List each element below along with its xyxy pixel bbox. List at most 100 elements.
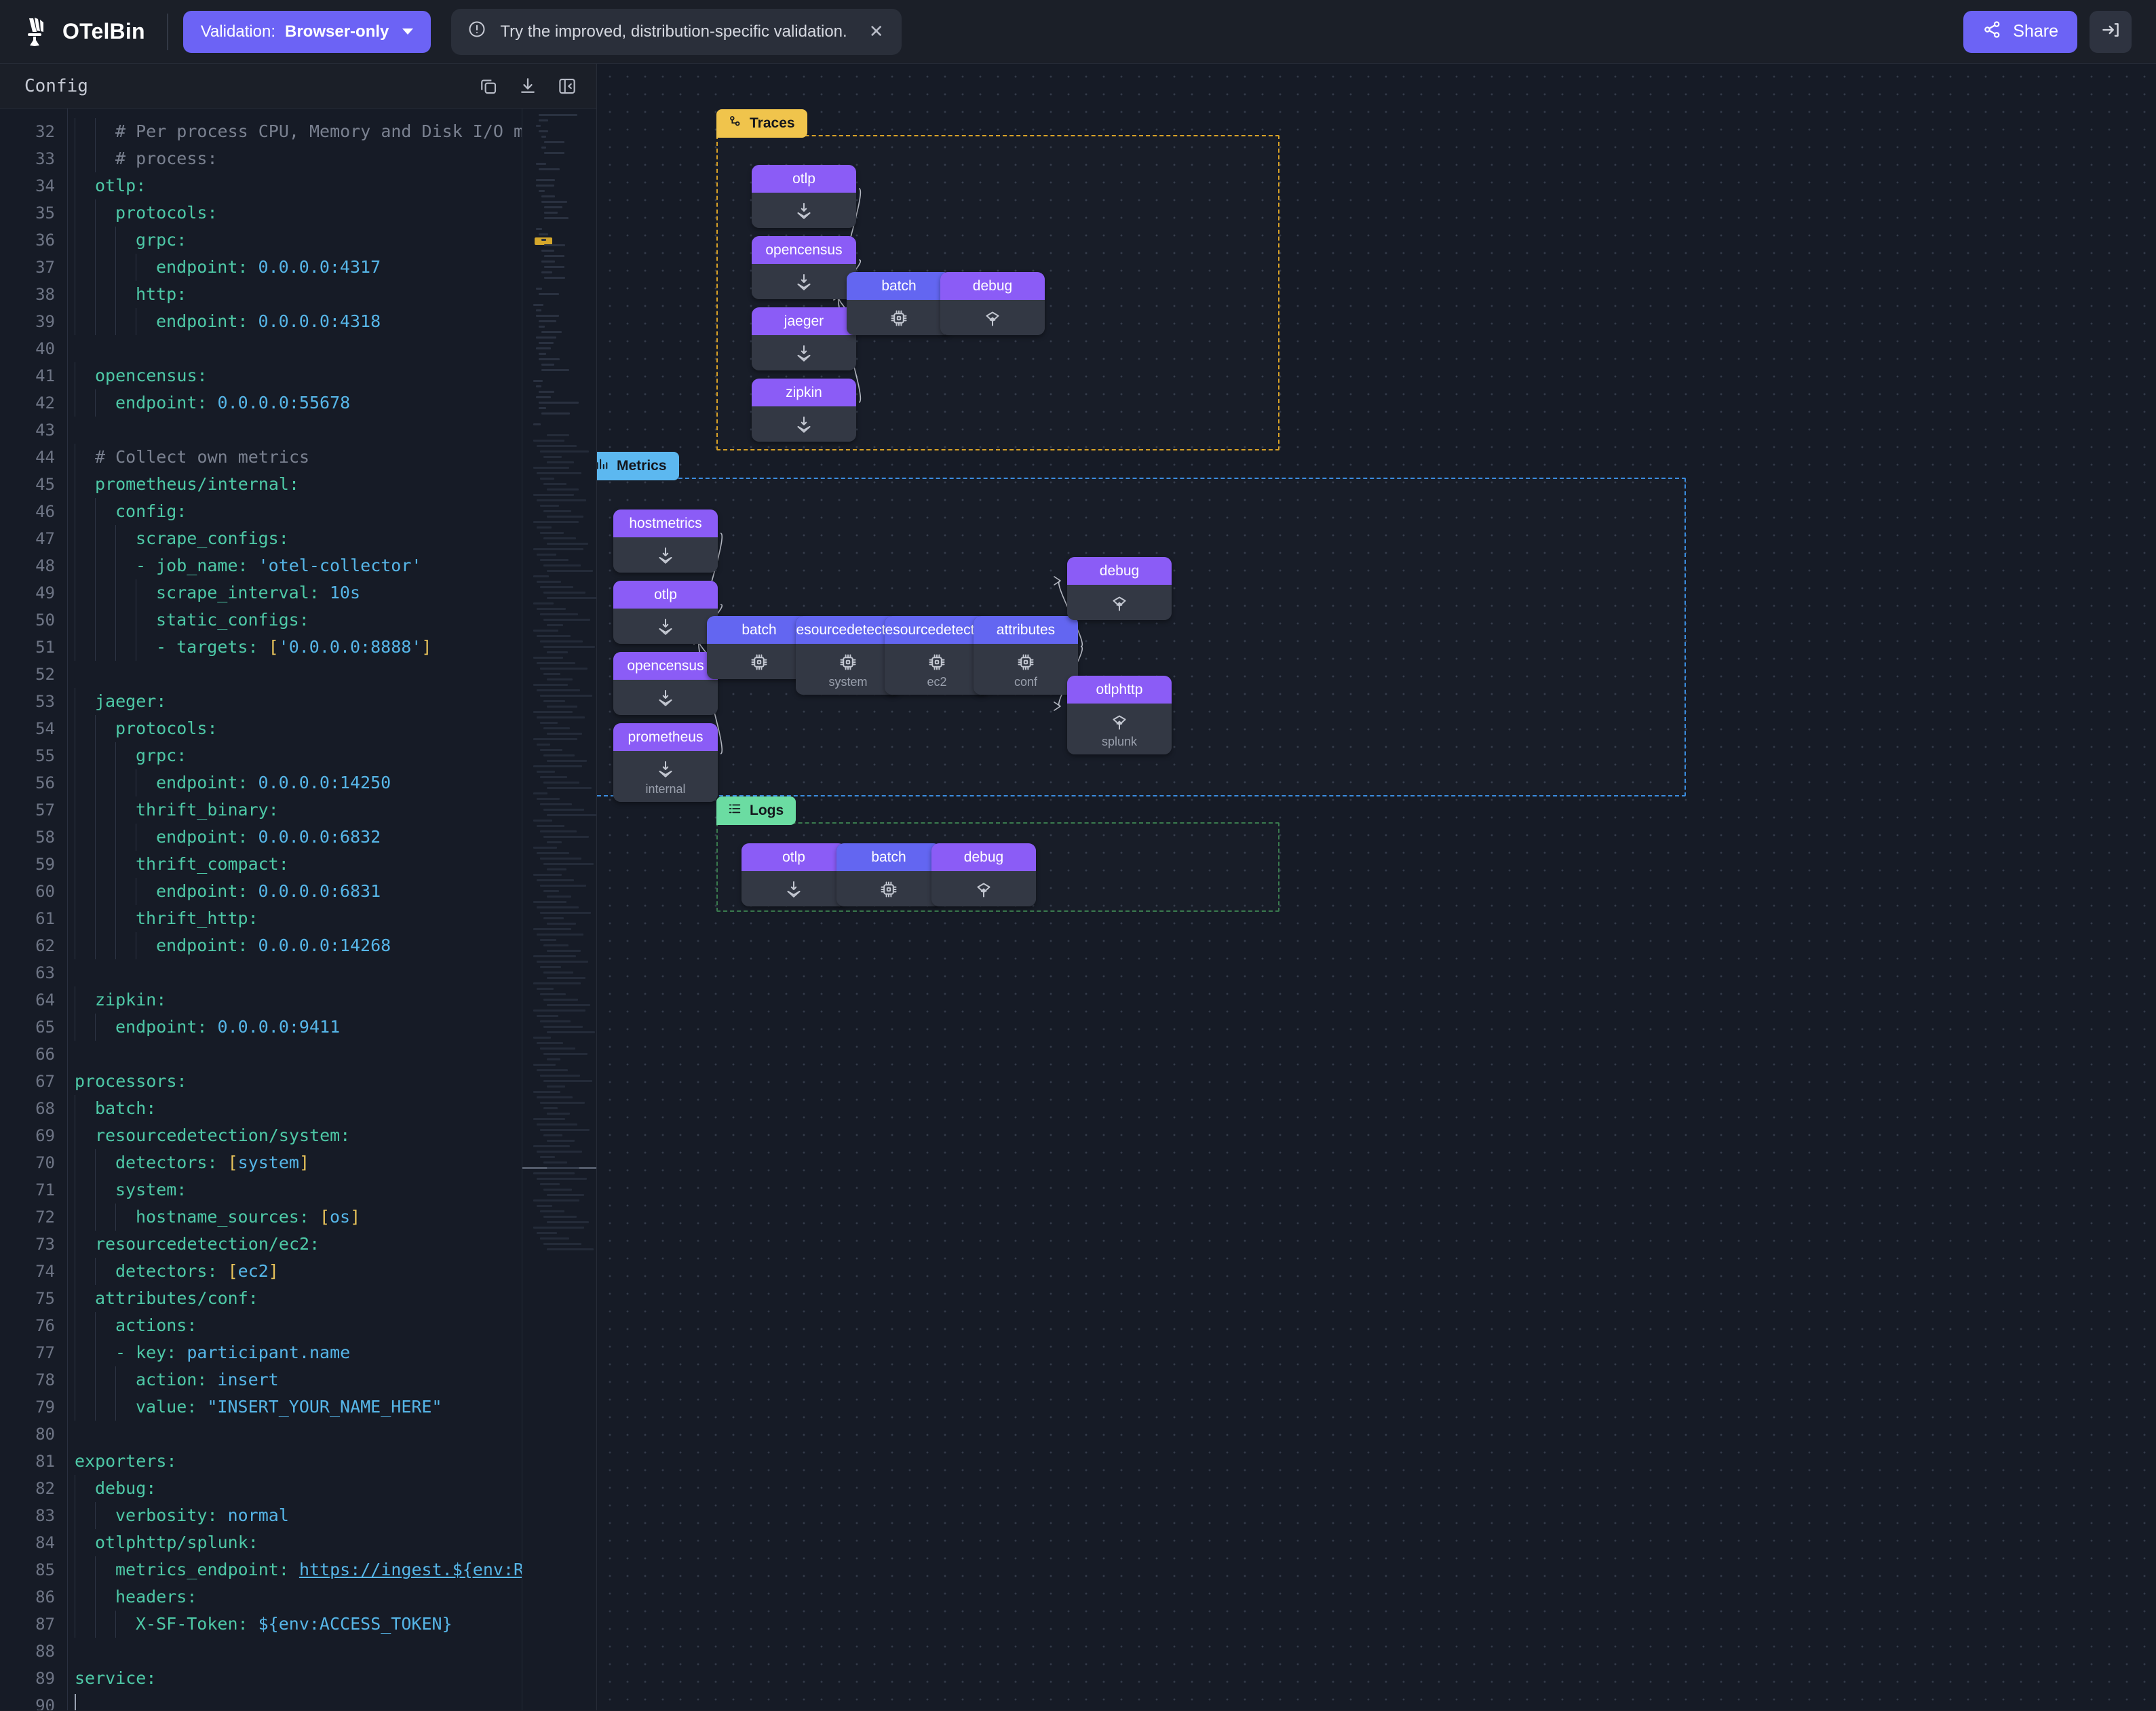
minimap-line (540, 1183, 560, 1185)
node-l-otlp[interactable]: otlp (742, 843, 846, 906)
minimap-line (547, 706, 577, 708)
pipeline-metrics[interactable]: Metricshostmetricsotlpopencensuspromethe… (597, 478, 1686, 796)
minimap-line (543, 700, 565, 702)
line-number: 66 (0, 1041, 55, 1068)
node-m-otlp[interactable]: otlp (613, 581, 718, 644)
code-line: - job_name: 'otel-collector' (68, 552, 596, 579)
minimap-line (541, 369, 569, 371)
logs-icon (727, 801, 742, 820)
minimap-line (533, 820, 552, 822)
sign-in-button[interactable] (2090, 11, 2132, 53)
minimap-line (533, 792, 547, 794)
node-m-debug[interactable]: debug (1067, 557, 1172, 620)
code-line: resourcedetection/system: (68, 1122, 596, 1149)
minimap-line (540, 478, 554, 480)
node-l-batch[interactable]: batch (836, 843, 941, 906)
node-t-opencensus[interactable]: opencensus (752, 236, 856, 299)
node-subtitle: internal (645, 783, 685, 795)
minimap-line (544, 152, 564, 154)
minimap-line (537, 771, 555, 773)
code-line (68, 1638, 596, 1665)
code-line: protocols: (68, 199, 596, 227)
node-t-jaeger[interactable]: jaeger (752, 307, 856, 370)
minimap-line (540, 803, 572, 805)
node-t-otlp[interactable]: otlp (752, 165, 856, 228)
line-number: 43 (0, 417, 55, 444)
minimap-line (540, 532, 564, 534)
line-number: 42 (0, 389, 55, 417)
minimap-line (547, 597, 596, 599)
code-line: otlp: (68, 172, 596, 199)
minimap-line (547, 678, 573, 680)
node-l-debug[interactable]: debug (931, 843, 1036, 906)
node-title: batch (847, 272, 951, 300)
line-number: 47 (0, 525, 55, 552)
minimap-line (543, 1080, 592, 1082)
minimap-line (541, 364, 554, 366)
receiver-icon (794, 343, 814, 364)
line-number: 45 (0, 471, 55, 498)
code-text[interactable]: # Per process CPU, Memory and Disk I/O m… (68, 109, 596, 1710)
minimap-line (541, 250, 554, 252)
minimap-line (547, 1167, 579, 1169)
config-editor-pane: Config (0, 64, 597, 1710)
code-line: # Per process CPU, Memory and Disk I/O m… (68, 118, 596, 145)
copy-icon[interactable] (478, 76, 499, 96)
sign-in-icon (2100, 20, 2121, 43)
node-m-hostmetrics[interactable]: hostmetrics (613, 510, 718, 573)
code-line: hostname_sources: [os] (68, 1204, 596, 1231)
minimap-line (540, 1237, 569, 1239)
minimap-line (537, 662, 575, 664)
code-minimap[interactable] (522, 109, 596, 1710)
node-m-prometheus[interactable]: prometheusinternal (613, 723, 718, 802)
receiver-icon (655, 617, 676, 637)
editor-header: Config (0, 64, 596, 109)
processor-icon (749, 652, 769, 672)
code-line: config: (68, 498, 596, 525)
share-button[interactable]: Share (1963, 11, 2077, 53)
minimap-line (533, 847, 557, 849)
code-line: endpoint: 0.0.0.0:14250 (68, 769, 596, 796)
minimap-line (543, 1134, 562, 1136)
close-icon[interactable]: ✕ (869, 21, 884, 42)
code-line: attributes/conf: (68, 1285, 596, 1312)
minimap-line (533, 982, 581, 984)
node-t-batch[interactable]: batch (847, 272, 951, 335)
code-line: - key: participant.name (68, 1339, 596, 1366)
editor-toolbar (478, 76, 577, 96)
minimap-line (547, 1194, 584, 1196)
node-m-opencensus[interactable]: opencensus (613, 652, 718, 715)
minimap-line (537, 1205, 552, 1207)
collapse-panel-icon[interactable] (557, 76, 577, 96)
minimap-line (543, 1053, 588, 1055)
node-m-otlphttp[interactable]: otlphttpsplunk (1067, 676, 1172, 754)
validation-dropdown[interactable]: Validation: Browser-only (183, 11, 431, 53)
validation-label: Validation: (201, 22, 275, 41)
line-number: 90 (0, 1692, 55, 1710)
code-line: exporters: (68, 1448, 596, 1475)
line-number: 51 (0, 634, 55, 661)
minimap-line (537, 716, 585, 718)
metrics-icon (597, 457, 609, 476)
code-area[interactable]: 3233343536373839404142434445464748495051… (0, 109, 596, 1710)
top-bar-actions: Share (1963, 11, 2132, 53)
line-number: 62 (0, 932, 55, 959)
node-body: splunk (1067, 704, 1172, 754)
processor-icon (1016, 652, 1036, 672)
node-m-attributes[interactable]: attributesconf (974, 616, 1078, 695)
code-line: verbosity: normal (68, 1502, 596, 1529)
code-line: thrift_binary: (68, 796, 596, 824)
receiver-icon (655, 545, 676, 566)
download-icon[interactable] (518, 76, 538, 96)
pipeline-canvas[interactable]: Tracesotlpopencensusjaegerzipkinbatchdeb… (597, 64, 2156, 1710)
minimap-line (533, 440, 564, 442)
pipeline-logs[interactable]: Logsotlpbatchdebug (716, 822, 1279, 912)
minimap-line (537, 1096, 573, 1098)
pipeline-label-text: Logs (750, 803, 784, 819)
pipeline-traces[interactable]: Tracesotlpopencensusjaegerzipkinbatchdeb… (716, 135, 1279, 450)
minimap-line (533, 928, 571, 930)
minimap-line (533, 575, 549, 577)
node-t-zipkin[interactable]: zipkin (752, 379, 856, 442)
minimap-line (541, 239, 546, 241)
node-t-debug[interactable]: debug (940, 272, 1045, 335)
